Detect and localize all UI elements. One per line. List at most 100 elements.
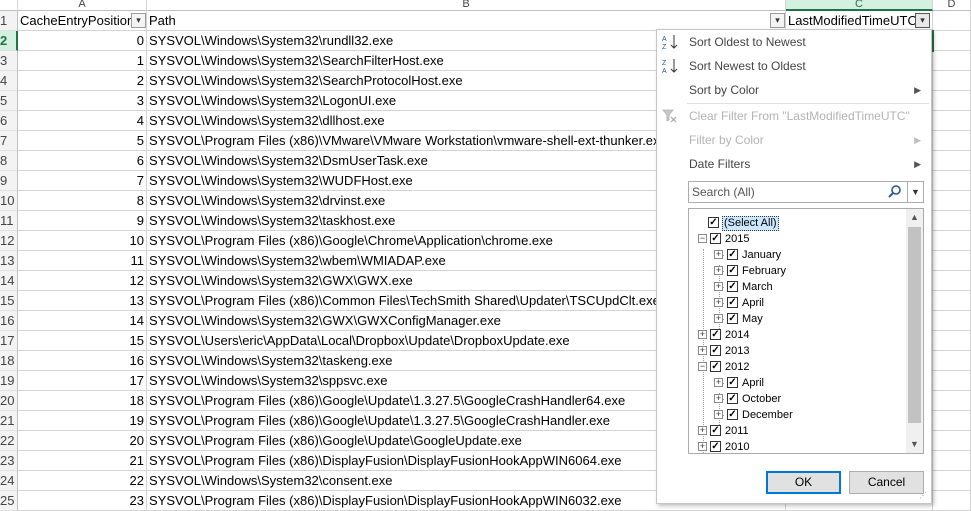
cache-entry-position-cell[interactable]: 15 bbox=[18, 331, 147, 351]
row-number[interactable]: 11 bbox=[0, 211, 18, 231]
row-number[interactable]: 14 bbox=[0, 271, 18, 291]
expand-icon[interactable]: + bbox=[698, 426, 707, 435]
sort-by-color[interactable]: Sort by Color ▶ bbox=[657, 79, 931, 101]
row-number[interactable]: 7 bbox=[0, 131, 18, 151]
expand-icon[interactable]: + bbox=[698, 330, 707, 339]
empty-cell[interactable] bbox=[933, 191, 971, 211]
empty-cell[interactable] bbox=[933, 391, 971, 411]
expand-icon[interactable]: + bbox=[714, 378, 723, 387]
row-number[interactable]: 18 bbox=[0, 351, 18, 371]
search-input[interactable]: Search (All) bbox=[692, 182, 755, 202]
checkbox-checked-icon[interactable]: ✓ bbox=[727, 297, 738, 308]
expand-icon[interactable]: + bbox=[714, 314, 723, 323]
row-number[interactable]: 17 bbox=[0, 331, 18, 351]
checkbox-checked-icon[interactable]: ✓ bbox=[710, 345, 721, 356]
checkbox-checked-icon[interactable]: ✓ bbox=[727, 313, 738, 324]
row-number[interactable]: 10 bbox=[0, 191, 18, 211]
row-number[interactable]: 2 bbox=[0, 31, 18, 51]
select-all-corner[interactable] bbox=[0, 0, 18, 11]
empty-cell[interactable] bbox=[933, 331, 971, 351]
filter-dropdown-button-c[interactable]: ▾ bbox=[915, 13, 930, 28]
cache-entry-position-cell[interactable]: 18 bbox=[18, 391, 147, 411]
cache-entry-position-cell[interactable]: 4 bbox=[18, 111, 147, 131]
checkbox-checked-icon[interactable]: ✓ bbox=[708, 217, 719, 228]
row-number[interactable]: 19 bbox=[0, 371, 18, 391]
row-number[interactable]: 23 bbox=[0, 451, 18, 471]
row-number[interactable]: 16 bbox=[0, 311, 18, 331]
empty-cell[interactable] bbox=[933, 31, 971, 51]
row-number[interactable]: 13 bbox=[0, 251, 18, 271]
row-number[interactable]: 9 bbox=[0, 171, 18, 191]
cache-entry-position-cell[interactable]: 21 bbox=[18, 451, 147, 471]
empty-cell[interactable] bbox=[933, 471, 971, 491]
empty-cell[interactable] bbox=[933, 271, 971, 291]
cache-entry-position-cell[interactable]: 19 bbox=[18, 411, 147, 431]
filter-search-box[interactable]: Search (All) ▼ bbox=[688, 181, 924, 203]
cache-entry-position-cell[interactable]: 8 bbox=[18, 191, 147, 211]
scroll-down-icon[interactable]: ▼ bbox=[906, 436, 923, 453]
empty-cell[interactable] bbox=[933, 291, 971, 311]
resize-grip-icon[interactable]: ⋰ bbox=[919, 491, 929, 501]
row-number[interactable]: 3 bbox=[0, 51, 18, 71]
checkbox-checked-icon[interactable]: ✓ bbox=[727, 377, 738, 388]
empty-cell[interactable] bbox=[933, 251, 971, 271]
empty-cell[interactable] bbox=[933, 111, 971, 131]
empty-cell[interactable] bbox=[933, 11, 971, 31]
cache-entry-position-cell[interactable]: 20 bbox=[18, 431, 147, 451]
empty-cell[interactable] bbox=[933, 131, 971, 151]
cache-entry-position-cell[interactable]: 1 bbox=[18, 51, 147, 71]
row-number[interactable]: 12 bbox=[0, 231, 18, 251]
row-number[interactable]: 24 bbox=[0, 471, 18, 491]
empty-cell[interactable] bbox=[933, 151, 971, 171]
empty-cell[interactable] bbox=[933, 231, 971, 251]
empty-cell[interactable] bbox=[933, 491, 971, 511]
cache-entry-position-cell[interactable]: 17 bbox=[18, 371, 147, 391]
checkbox-checked-icon[interactable]: ✓ bbox=[727, 393, 738, 404]
sort-newest-to-oldest[interactable]: ZA Sort Newest to Oldest bbox=[657, 55, 931, 77]
scroll-up-icon[interactable]: ▲ bbox=[906, 209, 923, 226]
checkbox-checked-icon[interactable]: ✓ bbox=[727, 409, 738, 420]
cache-entry-position-cell[interactable]: 14 bbox=[18, 311, 147, 331]
checkbox-checked-icon[interactable]: ✓ bbox=[727, 281, 738, 292]
row-number[interactable]: 4 bbox=[0, 71, 18, 91]
cache-entry-position-cell[interactable]: 7 bbox=[18, 171, 147, 191]
expand-icon[interactable]: + bbox=[714, 394, 723, 403]
header-cell-last-modified[interactable]: LastModifiedTimeUTC bbox=[786, 11, 933, 31]
checkbox-checked-icon[interactable]: ✓ bbox=[710, 329, 721, 340]
filter-dropdown-button-b[interactable]: ▾ bbox=[770, 13, 785, 28]
checkbox-checked-icon[interactable]: ✓ bbox=[710, 361, 721, 372]
expand-icon[interactable]: + bbox=[698, 442, 707, 451]
row-number[interactable]: 21 bbox=[0, 411, 18, 431]
checkbox-checked-icon[interactable]: ✓ bbox=[710, 233, 721, 244]
cancel-button[interactable]: Cancel bbox=[849, 471, 924, 494]
cache-entry-position-cell[interactable]: 23 bbox=[18, 491, 147, 511]
clear-filter[interactable]: Clear Filter From "LastModifiedTimeUTC" bbox=[657, 105, 931, 127]
collapse-icon[interactable]: − bbox=[698, 234, 707, 243]
checkbox-checked-icon[interactable]: ✓ bbox=[710, 425, 721, 436]
cache-entry-position-cell[interactable]: 11 bbox=[18, 251, 147, 271]
sort-oldest-to-newest[interactable]: AZ Sort Oldest to Newest bbox=[657, 31, 931, 53]
row-number[interactable]: 1 bbox=[0, 11, 18, 31]
empty-cell[interactable] bbox=[933, 211, 971, 231]
cache-entry-position-cell[interactable]: 2 bbox=[18, 71, 147, 91]
cache-entry-position-cell[interactable]: 0 bbox=[18, 31, 147, 51]
checkbox-checked-icon[interactable]: ✓ bbox=[727, 265, 738, 276]
dropdown-arrow-icon[interactable]: ▼ bbox=[907, 182, 923, 202]
checkbox-checked-icon[interactable]: ✓ bbox=[710, 441, 721, 452]
ok-button[interactable]: OK bbox=[766, 471, 841, 494]
empty-cell[interactable] bbox=[933, 411, 971, 431]
expand-icon[interactable]: + bbox=[714, 250, 723, 259]
cache-entry-position-cell[interactable]: 12 bbox=[18, 271, 147, 291]
empty-cell[interactable] bbox=[933, 171, 971, 191]
header-cell-cache-entry-position[interactable]: CacheEntryPosition bbox=[18, 11, 147, 31]
checkbox-checked-icon[interactable]: ✓ bbox=[727, 249, 738, 260]
cache-entry-position-cell[interactable]: 9 bbox=[18, 211, 147, 231]
expand-icon[interactable]: + bbox=[714, 266, 723, 275]
empty-cell[interactable] bbox=[933, 431, 971, 451]
column-header-a[interactable]: A bbox=[18, 0, 147, 11]
row-number[interactable]: 22 bbox=[0, 431, 18, 451]
empty-cell[interactable] bbox=[933, 371, 971, 391]
empty-cell[interactable] bbox=[933, 451, 971, 471]
row-number[interactable]: 25 bbox=[0, 491, 18, 511]
row-number[interactable]: 20 bbox=[0, 391, 18, 411]
